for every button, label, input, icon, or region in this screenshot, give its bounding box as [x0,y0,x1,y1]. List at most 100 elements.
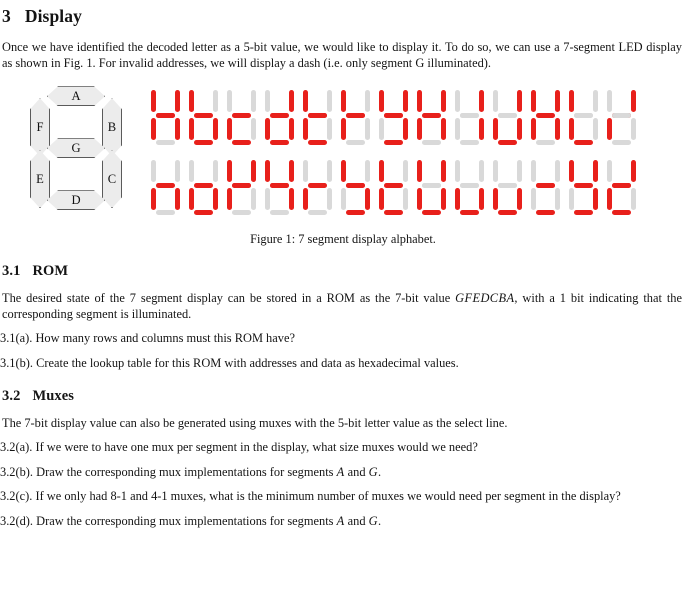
segment-b-icon [441,160,446,183]
segment-d-icon [232,140,251,146]
segment-b-icon [213,90,218,113]
segment-c-icon [441,188,446,211]
subsection-title-muxes: Muxes [32,387,75,404]
segment-g-icon [422,112,441,118]
question-3-2-d-math-a: A [336,513,345,528]
question-3-2-d-math-g: G [368,513,378,528]
seven-segment-char-V [454,154,485,216]
segment-b-icon [403,160,408,183]
question-3-2-c: 3.2(c). If we only had 8-1 and 4-1 muxes… [0,489,686,505]
segment-d-icon [308,210,327,216]
segment-f-icon [189,160,194,183]
segment-e-icon [455,188,460,211]
question-3-2-b-mid: and [344,464,369,479]
question-3-1-b: 3.1(b). Create the lookup table for this… [0,356,686,372]
seven-segment-char-M [606,84,637,146]
segment-f-icon [493,90,498,113]
legend-segment-f: F [30,98,50,156]
muxes-intro-paragraph: The 7-bit display value can also be gene… [2,415,508,430]
section-intro-paragraph: Once we have identified the decoded lett… [2,40,682,70]
segment-e-icon [379,188,384,211]
seven-segment-alphabet [150,84,637,220]
question-3-2-a-text: If we were to have one mux per segment i… [35,440,478,455]
segment-d-icon [384,140,403,146]
rom-intro-paragraph: The desired state of the 7 segment displ… [0,291,686,322]
seven-segment-char-k [530,84,561,146]
segment-b-icon [289,160,294,183]
question-3-2-b-math-g: G [368,464,378,479]
segment-g-icon [498,112,517,118]
segment-g-icon [460,112,479,118]
seven-segment-char-L [568,84,599,146]
segment-b-icon [403,90,408,113]
rom-intro-pre: The desired state of the 7 segment displ… [2,291,456,306]
segment-f-icon [531,160,536,183]
segment-c-icon [517,118,522,141]
segment-f-icon [151,90,156,113]
question-3-2-d-pre: Draw the corresponding mux implementatio… [36,513,337,528]
segment-f-icon [569,160,574,183]
segment-b-icon [327,90,332,113]
segment-c-icon [479,188,484,211]
segment-e-icon [303,188,308,211]
question-3-2-b-pre: Draw the corresponding mux implementatio… [36,464,337,479]
segment-b-icon [555,90,560,113]
segment-f-icon [455,160,460,183]
segment-g-icon [232,112,251,118]
segment-b-icon [631,90,636,113]
segment-c-icon [593,118,598,141]
segment-f-icon [265,160,270,183]
seven-segment-char-n [150,154,181,216]
segment-e-icon [379,118,384,141]
question-3-2-b-math-a: A [336,464,345,479]
segment-b-icon [365,160,370,183]
segment-e-icon [227,118,232,141]
segment-e-icon [493,118,498,141]
segment-b-icon [441,90,446,113]
segment-d-icon [498,140,517,146]
segment-c-icon [441,118,446,141]
segment-d-icon [574,210,593,216]
seven-segment-char-X [530,154,561,216]
figure-caption: Figure 1: 7 segment display alphabet. [250,232,436,247]
seven-segment-char-P [226,154,257,216]
segment-c-icon [517,188,522,211]
subsection-number-31: 3.1 [2,263,21,280]
segment-c-icon [631,118,636,141]
segment-b-icon [175,90,180,113]
segment-g-icon [460,182,479,188]
subsection-title-rom: ROM [32,263,69,280]
segment-g-icon [574,182,593,188]
seven-segment-char-b [188,84,219,146]
segment-b-icon [593,90,598,113]
subsection-heading-muxes: 3.2 Muxes [0,388,686,405]
section-heading: 3 Display [0,0,686,27]
segment-d-icon [612,210,631,216]
legend-segment-c: C [102,150,122,208]
question-3-2-d-post: . [378,513,382,528]
segment-f-icon [417,90,422,113]
figure-1: A F B G E C D [0,80,686,232]
segment-c-icon [479,118,484,141]
segment-f-icon [151,160,156,183]
segment-d-icon [574,140,593,146]
rom-intro-math: GFEDCBA [455,291,515,306]
segment-d-icon [232,210,251,216]
segment-c-icon [631,188,636,211]
segment-c-icon [289,188,294,211]
segment-c-icon [289,118,294,141]
segment-f-icon [341,90,346,113]
document-page: 3 Display Once we have identified the dec… [0,0,686,601]
segment-d-icon [194,210,213,216]
segment-e-icon [265,118,270,141]
segment-e-icon [607,188,612,211]
question-3-2-d-mid: and [344,513,369,528]
segment-f-icon [417,160,422,183]
segment-f-icon [531,90,536,113]
alphabet-row [150,154,637,220]
segment-c-icon [555,118,560,141]
segment-g-icon [536,182,555,188]
segment-c-icon [327,188,332,211]
segment-g-icon [156,182,175,188]
segment-f-icon [189,90,194,113]
